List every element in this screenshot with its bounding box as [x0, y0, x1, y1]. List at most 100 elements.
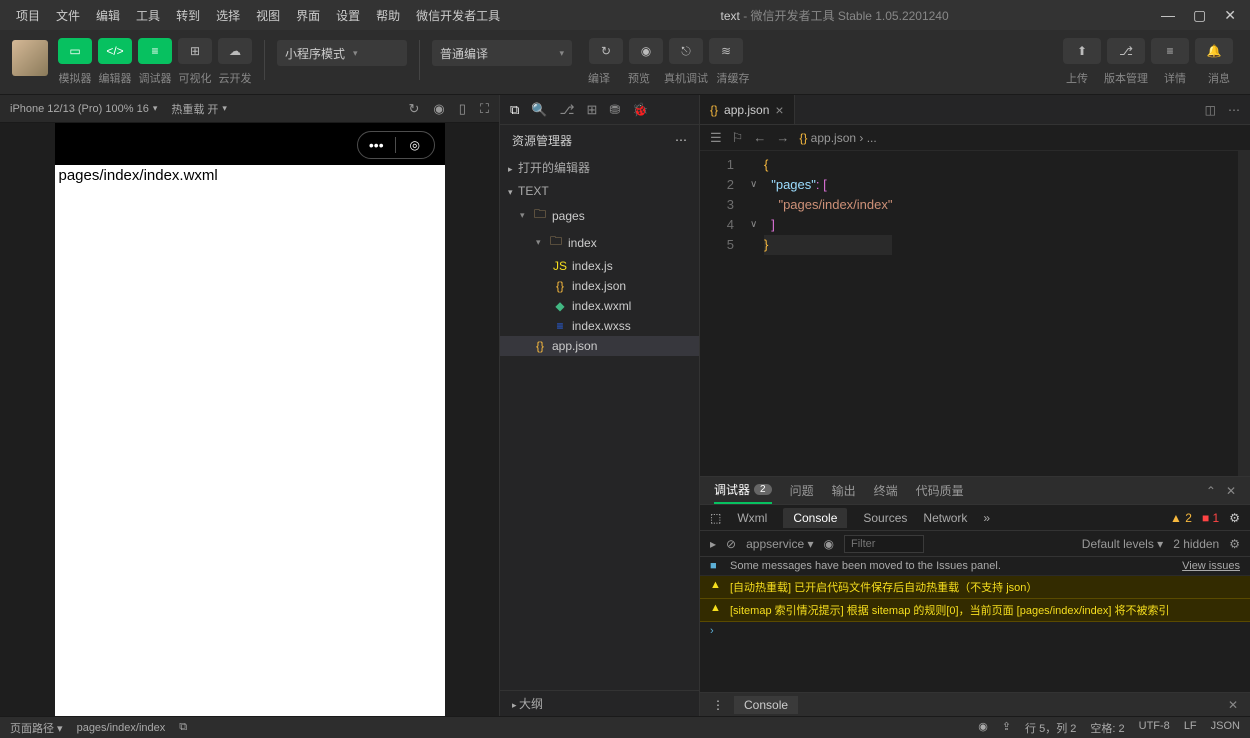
mode-dropdown[interactable]: 小程序模式▾: [277, 40, 407, 66]
sb-path[interactable]: pages/index/index: [77, 722, 166, 734]
capsule-menu-icon[interactable]: •••: [358, 137, 396, 153]
sb-spaces[interactable]: 空格: 2: [1090, 720, 1124, 736]
menu-settings[interactable]: 设置: [328, 3, 368, 28]
menu-devtools[interactable]: 微信开发者工具: [408, 3, 508, 28]
dbg-sub-more[interactable]: »: [983, 511, 990, 525]
dbg-sub-console[interactable]: Console: [783, 508, 847, 528]
nav-forward-icon[interactable]: →: [776, 130, 789, 145]
dbg-tab-output[interactable]: 输出: [832, 477, 856, 504]
folder-pages[interactable]: ▾🗀pages: [500, 202, 699, 229]
upload-button[interactable]: ⬆: [1063, 38, 1101, 64]
hidden-count[interactable]: 2 hidden: [1173, 537, 1219, 551]
preview-button[interactable]: ◉: [629, 38, 663, 64]
menu-interface[interactable]: 界面: [288, 3, 328, 28]
breadcrumb[interactable]: {} app.json › ...: [799, 131, 876, 145]
realdevice-button[interactable]: ⎋: [669, 38, 703, 64]
dbg-tab-quality[interactable]: 代码质量: [916, 477, 964, 504]
version-button[interactable]: ⎇: [1107, 38, 1145, 64]
dbg-sub-wxml[interactable]: Wxml: [737, 511, 767, 525]
device-selector[interactable]: iPhone 12/13 (Pro) 100% 16: [10, 103, 149, 115]
dbg-sub-network[interactable]: Network: [923, 511, 967, 525]
refresh-icon[interactable]: ↻: [408, 101, 419, 117]
phone-simulator[interactable]: ••• ◎ pages/index/index.wxml: [55, 123, 445, 716]
menu-file[interactable]: 文件: [48, 3, 88, 28]
sb-encoding[interactable]: UTF-8: [1139, 720, 1170, 736]
phone-capsule[interactable]: ••• ◎: [357, 131, 435, 159]
close-icon[interactable]: ✕: [1224, 7, 1236, 24]
split-editor-icon[interactable]: ◫: [1205, 103, 1216, 117]
maximize-icon[interactable]: ▢: [1193, 7, 1206, 24]
dbg-sub-sources[interactable]: Sources: [863, 511, 907, 525]
eye-icon[interactable]: ◉: [823, 537, 833, 551]
editor-button[interactable]: </>: [98, 38, 132, 64]
error-count[interactable]: ■ 1: [1202, 511, 1219, 525]
nav-back-icon[interactable]: ←: [753, 130, 766, 145]
project-root[interactable]: ▾TEXT: [500, 180, 699, 202]
minimap[interactable]: [1238, 151, 1250, 476]
record-icon[interactable]: ◉: [433, 101, 444, 117]
drawer-close-icon[interactable]: ✕: [1228, 698, 1238, 712]
tab-close-icon[interactable]: ×: [775, 102, 783, 118]
bookmark-icon[interactable]: ⚐: [732, 130, 744, 146]
debugger-button[interactable]: ≡: [138, 38, 172, 64]
filter-input[interactable]: [844, 535, 924, 553]
hotreload-toggle[interactable]: 热重载 开: [171, 101, 218, 117]
sb-share-icon[interactable]: ⇪: [1002, 720, 1011, 736]
compile-button[interactable]: ↻: [589, 38, 623, 64]
drawer-menu-icon[interactable]: ⋮: [712, 698, 724, 712]
dbg-settings-icon[interactable]: ⚙: [1229, 511, 1240, 525]
extensions-icon[interactable]: ⊞: [586, 102, 597, 118]
warning-count[interactable]: ▲ 2: [1170, 511, 1192, 525]
search-icon[interactable]: 🔍: [531, 102, 547, 118]
avatar[interactable]: [12, 40, 48, 76]
console-prompt[interactable]: ›: [700, 622, 1250, 640]
minimize-icon[interactable]: —: [1161, 7, 1175, 24]
dbg-tab-problems[interactable]: 问题: [790, 477, 814, 504]
sb-lang[interactable]: JSON: [1211, 720, 1240, 736]
explorer-more-icon[interactable]: ⋯: [675, 133, 687, 147]
phone-icon[interactable]: ▯: [459, 101, 466, 117]
levels-dropdown[interactable]: Default levels ▾: [1082, 537, 1163, 551]
folder-index[interactable]: ▾🗀index: [500, 229, 699, 256]
menu-select[interactable]: 选择: [208, 3, 248, 28]
clearcache-button[interactable]: ≋: [709, 38, 743, 64]
bug-icon[interactable]: 🐞: [632, 102, 648, 118]
menu-tools[interactable]: 工具: [128, 3, 168, 28]
simulator-button[interactable]: ▭: [58, 38, 92, 64]
menu-view[interactable]: 视图: [248, 3, 288, 28]
code-editor[interactable]: 12345 ∨∨ { "pages": [ "pages/index/index…: [700, 151, 1250, 476]
git-icon[interactable]: ⎇: [559, 102, 574, 118]
details-button[interactable]: ≡: [1151, 38, 1189, 64]
file-index-wxss[interactable]: ≡index.wxss: [500, 316, 699, 336]
sb-eol[interactable]: LF: [1184, 720, 1197, 736]
fold-column[interactable]: ∨∨: [750, 151, 764, 476]
dbg-gear-icon[interactable]: ⚙: [1229, 537, 1240, 551]
editor-tab-appjson[interactable]: {} app.json ×: [700, 95, 795, 124]
expand-icon[interactable]: ⛶: [480, 101, 489, 117]
editor-more-icon[interactable]: ⋯: [1228, 103, 1240, 117]
file-app-json[interactable]: {}app.json: [500, 336, 699, 356]
dbg-close-icon[interactable]: ✕: [1226, 484, 1236, 498]
file-index-json[interactable]: {}index.json: [500, 276, 699, 296]
dbg-tab-terminal[interactable]: 终端: [874, 477, 898, 504]
open-editors-section[interactable]: ▸打开的编辑器: [500, 155, 699, 180]
view-issues-link[interactable]: View issues: [1182, 560, 1240, 572]
compile-dropdown[interactable]: 普通编译▾: [432, 40, 572, 66]
sb-position[interactable]: 行 5，列 2: [1025, 720, 1076, 736]
file-index-js[interactable]: JSindex.js: [500, 256, 699, 276]
capsule-close-icon[interactable]: ◎: [396, 138, 434, 152]
menu-project[interactable]: 项目: [8, 3, 48, 28]
sb-path-label[interactable]: 页面路径 ▾: [10, 720, 63, 736]
file-index-wxml[interactable]: ◆index.wxml: [500, 296, 699, 316]
outline-section[interactable]: ▸ 大纲: [500, 690, 699, 716]
menu-help[interactable]: 帮助: [368, 3, 408, 28]
list-icon[interactable]: ☰: [710, 130, 722, 146]
messages-button[interactable]: 🔔: [1195, 38, 1233, 64]
dbg-tab-debugger[interactable]: 调试器2: [714, 477, 772, 504]
context-dropdown[interactable]: appservice ▾: [746, 537, 813, 551]
copy-icon[interactable]: ⧉: [179, 721, 187, 734]
dbg-collapse-icon[interactable]: ⌃: [1206, 484, 1216, 498]
db-icon[interactable]: ⛃: [609, 102, 620, 118]
visual-button[interactable]: ⊞: [178, 38, 212, 64]
sb-eye-icon[interactable]: ◉: [978, 720, 988, 736]
